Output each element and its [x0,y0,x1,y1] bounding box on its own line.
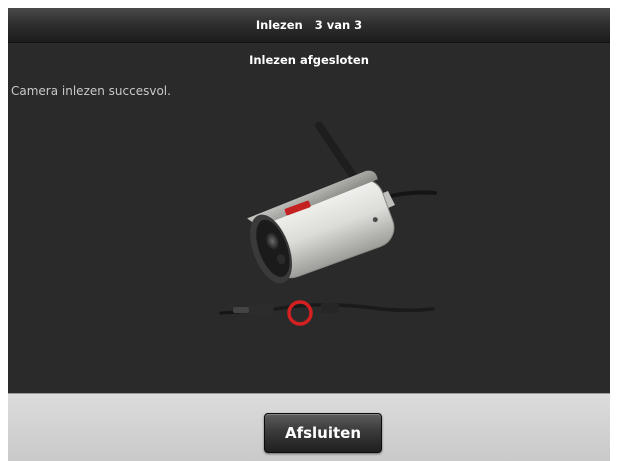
dialog-title-bar: Inlezen 3 van 3 [8,8,610,43]
dialog: Inlezen 3 van 3 Inlezen afgesloten Camer… [8,8,610,461]
camera-body-icon [247,170,395,284]
step-indicator: 3 van 3 [314,18,363,32]
status-message: Camera inlezen succesvol. [11,84,171,98]
dialog-footer: Afsluiten [8,393,610,461]
close-button[interactable]: Afsluiten [264,413,382,453]
dialog-title: Inlezen [255,18,303,32]
dialog-subtitle: Inlezen afgesloten [249,53,369,67]
cable-icon [219,303,435,315]
camera-illustration [219,121,437,326]
